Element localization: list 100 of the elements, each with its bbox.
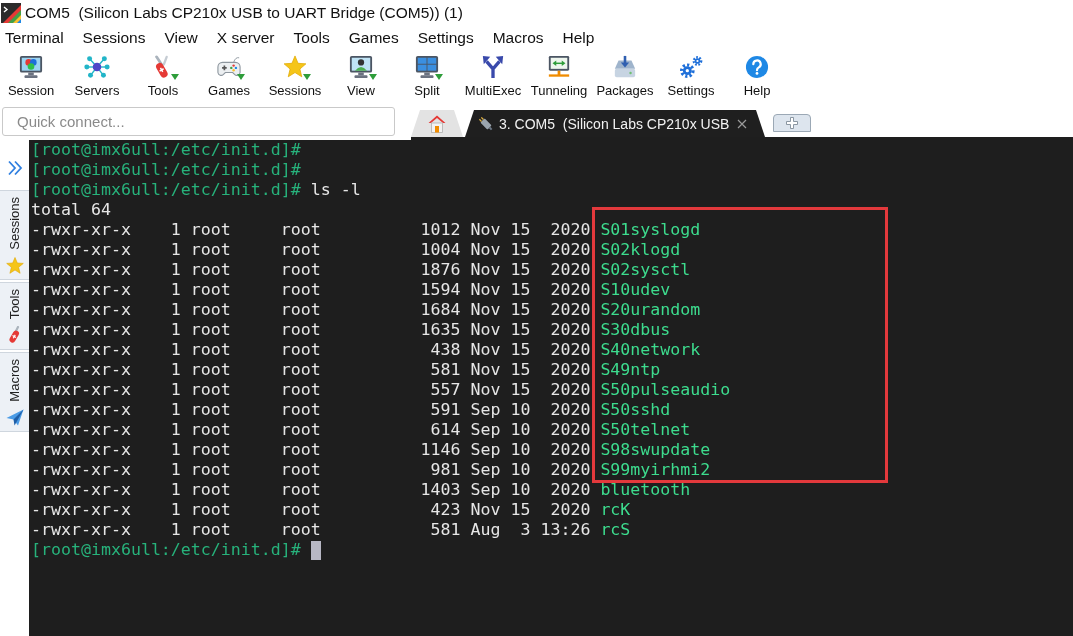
permissions-text: -rwxr-xr-x — [31, 320, 131, 340]
menu-item[interactable]: Games — [348, 29, 399, 47]
day-text: 10 — [510, 400, 531, 420]
link-count-text: 1 — [170, 320, 181, 340]
sidebar-tab[interactable]: Macros — [0, 352, 29, 432]
group-text: root — [280, 460, 321, 480]
drive-download-icon — [612, 55, 638, 79]
owner-text: root — [190, 380, 231, 400]
day-text: 10 — [510, 460, 531, 480]
year-time-text: 2020 — [550, 500, 591, 520]
terminal-panel[interactable] — [29, 140, 1073, 636]
toolbar-button[interactable]: Tunneling — [528, 55, 590, 98]
permissions-text: -rwxr-xr-x — [31, 280, 131, 300]
month-text: Nov — [470, 340, 501, 360]
year-time-text: 2020 — [550, 360, 591, 380]
menu-item[interactable]: X server — [216, 29, 275, 47]
owner-text: root — [190, 500, 231, 520]
prompt-text: [root@imx6ull:/etc/init.d]# — [31, 540, 301, 560]
group-text: root — [280, 320, 321, 340]
month-text: Sep — [470, 420, 501, 440]
group-text: root — [280, 400, 321, 420]
month-text: Nov — [470, 240, 501, 260]
group-text: root — [280, 240, 321, 260]
toolbar-button[interactable]: View — [330, 55, 392, 98]
link-count-text: 1 — [170, 500, 181, 520]
file-name-text: S30dbus — [600, 320, 671, 340]
owner-text: root — [190, 400, 231, 420]
file-size-text: 1876 — [420, 260, 461, 280]
day-text: 10 — [510, 480, 531, 500]
year-time-text: 2020 — [550, 460, 591, 480]
file-size-text: 1146 — [420, 440, 461, 460]
group-text: root — [280, 520, 321, 540]
year-time-text: 2020 — [550, 380, 591, 400]
toolbar-button[interactable]: Tools — [132, 55, 194, 98]
year-time-text: 2020 — [550, 480, 591, 500]
link-count-text: 1 — [170, 280, 181, 300]
group-text: root — [280, 280, 321, 300]
house-icon — [428, 114, 446, 133]
month-text: Sep — [470, 460, 501, 480]
file-size-text: 438 — [430, 340, 461, 360]
toolbar-button[interactable]: Servers — [66, 55, 128, 98]
help-icon — [744, 55, 770, 79]
toolbar-button[interactable]: Split — [396, 55, 458, 98]
permissions-text: -rwxr-xr-x — [31, 340, 131, 360]
year-time-text: 13:26 — [540, 520, 591, 540]
quick-connect-field[interactable]: Quick connect... — [2, 107, 395, 136]
file-size-text: 1004 — [420, 240, 461, 260]
year-time-text: 2020 — [550, 420, 591, 440]
file-name-text: S02klogd — [600, 240, 681, 260]
paper-plane-icon — [5, 408, 24, 426]
menu-item[interactable]: Terminal — [5, 29, 64, 47]
year-time-text: 2020 — [550, 400, 591, 420]
menu-item[interactable]: Settings — [417, 29, 474, 47]
permissions-text: -rwxr-xr-x — [31, 360, 131, 380]
year-time-text: 2020 — [550, 260, 591, 280]
toolbar-button[interactable]: Sessions — [264, 55, 326, 98]
link-count-text: 1 — [170, 440, 181, 460]
permissions-text: -rwxr-xr-x — [31, 240, 131, 260]
prompt-text: [root@imx6ull:/etc/init.d]# — [31, 180, 301, 200]
double-chevron-icon[interactable] — [6, 160, 23, 176]
file-name-text: S50sshd — [600, 400, 671, 420]
link-count-text: 1 — [170, 360, 181, 380]
month-text: Nov — [470, 300, 501, 320]
day-text: 15 — [510, 240, 531, 260]
toolbar-button[interactable]: Help — [726, 55, 788, 98]
menu-item[interactable]: Macros — [492, 29, 544, 47]
group-text: root — [280, 500, 321, 520]
sidebar-tab[interactable]: Sessions — [0, 190, 29, 280]
toolbar-button[interactable]: MultiExec — [462, 55, 524, 98]
session-tab[interactable]: 3. COM5 (Silicon Labs CP210x USB — [465, 110, 765, 137]
link-count-text: 1 — [170, 400, 181, 420]
toolbar-button[interactable]: Session — [0, 55, 62, 98]
year-time-text: 2020 — [550, 340, 591, 360]
toolbar-button[interactable]: Games — [198, 55, 260, 98]
permissions-text: -rwxr-xr-x — [31, 440, 131, 460]
owner-text: root — [190, 460, 231, 480]
day-text: 15 — [510, 380, 531, 400]
owner-text: root — [190, 420, 231, 440]
toolbar-button[interactable]: Settings — [660, 55, 722, 98]
toolbar-button[interactable]: Packages — [594, 55, 656, 98]
menu-item[interactable]: View — [164, 29, 198, 47]
file-name-text: bluetooth — [600, 480, 691, 500]
year-time-text: 2020 — [550, 300, 591, 320]
permissions-text: -rwxr-xr-x — [31, 380, 131, 400]
star-icon — [282, 55, 308, 79]
owner-text: root — [190, 260, 231, 280]
menu-item[interactable]: Help — [562, 29, 595, 47]
tunnel-monitor-icon — [546, 55, 572, 79]
file-name-text: S50pulseaudio — [600, 380, 731, 400]
link-count-text: 1 — [170, 460, 181, 480]
menu-item[interactable]: Tools — [293, 29, 330, 47]
month-text: Sep — [470, 440, 501, 460]
menu-item[interactable]: Sessions — [82, 29, 146, 47]
close-icon[interactable] — [737, 118, 747, 129]
new-tab-button[interactable] — [773, 114, 811, 132]
month-text: Nov — [470, 260, 501, 280]
month-text: Aug — [470, 520, 501, 540]
sidebar-tab[interactable]: Tools — [0, 281, 29, 351]
day-text: 15 — [510, 360, 531, 380]
permissions-text: -rwxr-xr-x — [31, 520, 131, 540]
